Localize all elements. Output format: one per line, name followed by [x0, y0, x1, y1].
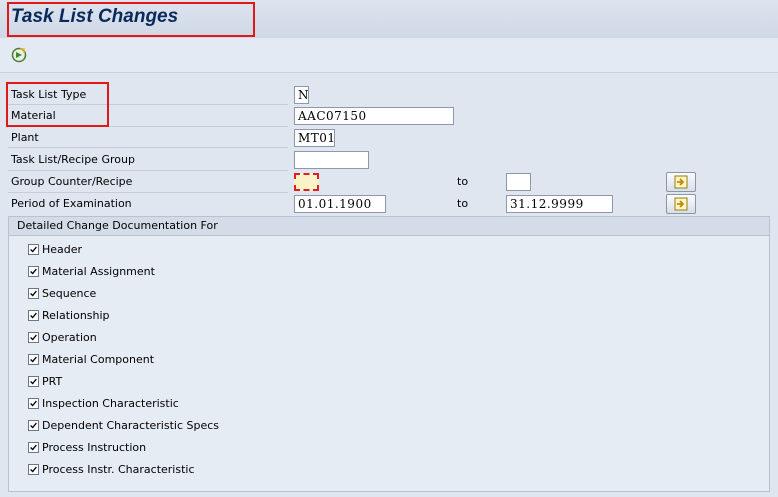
checkmark-icon: [30, 378, 37, 385]
fields-highlight: [6, 82, 109, 127]
task-list-group-field[interactable]: [294, 151, 369, 169]
multiple-selection-button[interactable]: [666, 172, 696, 192]
period-label: Period of Examination: [11, 197, 132, 210]
checkbox-label: Inspection Characteristic: [42, 397, 179, 410]
multiple-selection-button[interactable]: [666, 194, 696, 214]
checkbox[interactable]: [28, 354, 39, 365]
checkmark-icon: [30, 268, 37, 275]
group-counter-label: Group Counter/Recipe: [11, 175, 133, 188]
checkbox[interactable]: [28, 464, 39, 475]
checkmark-icon: [30, 312, 37, 319]
period-from-field[interactable]: 01.01.1900: [294, 195, 386, 213]
period-to-label: to: [457, 197, 469, 210]
checkbox[interactable]: [28, 310, 39, 321]
checkbox-label: Header: [42, 243, 83, 256]
task-list-type-row: Task List Type N: [0, 84, 778, 105]
checkmark-icon: [30, 334, 37, 341]
group-title: Detailed Change Documentation For: [9, 217, 769, 236]
checkmark-icon: [30, 466, 37, 473]
period-row: Period of Examination 01.01.1900 to 31.1…: [0, 193, 778, 214]
checkbox-label: Sequence: [42, 287, 97, 300]
plant-label: Plant: [11, 131, 39, 144]
checkmark-icon: [30, 444, 37, 451]
material-field[interactable]: AAC07150: [294, 107, 454, 125]
row-divider: [8, 147, 288, 148]
checkbox-label: Material Component: [42, 353, 155, 366]
checkmark-icon: [30, 356, 37, 363]
checkbox[interactable]: [28, 420, 39, 431]
period-to-field[interactable]: 31.12.9999: [506, 195, 613, 213]
multiple-selection-icon: [674, 175, 688, 189]
plant-field[interactable]: MT01: [294, 129, 335, 147]
checkmark-icon: [30, 246, 37, 253]
task-list-group-row: Task List/Recipe Group: [0, 149, 778, 171]
checkmark-icon: [30, 422, 37, 429]
checkbox[interactable]: [28, 244, 39, 255]
checkbox-label: Dependent Characteristic Specs: [42, 419, 220, 432]
multiple-selection-icon: [674, 197, 688, 211]
plant-row: Plant MT01: [0, 127, 778, 148]
checkbox[interactable]: [28, 376, 39, 387]
checkbox[interactable]: [28, 442, 39, 453]
group-counter-from-field[interactable]: [294, 173, 319, 191]
checkmark-icon: [30, 400, 37, 407]
checkbox[interactable]: [28, 332, 39, 343]
checkbox[interactable]: [28, 288, 39, 299]
checkbox-label: Process Instr. Characteristic: [42, 463, 195, 476]
checkbox-label: Process Instruction: [42, 441, 147, 454]
checkbox-label: Operation: [42, 331, 97, 344]
task-list-group-label: Task List/Recipe Group: [11, 153, 135, 166]
execute-icon[interactable]: [11, 47, 27, 63]
title-highlight: [7, 2, 255, 37]
checkbox-label: PRT: [42, 375, 63, 388]
group-counter-to-field[interactable]: [506, 173, 531, 191]
checkbox[interactable]: [28, 266, 39, 277]
group-counter-row: Group Counter/Recipe to: [0, 171, 778, 193]
detailed-change-documentation-group: Detailed Change Documentation For Header…: [8, 216, 770, 492]
task-list-type-field[interactable]: N: [294, 86, 309, 104]
group-counter-to-label: to: [457, 175, 469, 188]
checkbox[interactable]: [28, 398, 39, 409]
material-row: Material AAC07150: [0, 105, 778, 127]
checkbox-label: Relationship: [42, 309, 110, 322]
toolbar: [0, 38, 778, 73]
checkmark-icon: [30, 290, 37, 297]
checkbox-label: Material Assignment: [42, 265, 155, 278]
